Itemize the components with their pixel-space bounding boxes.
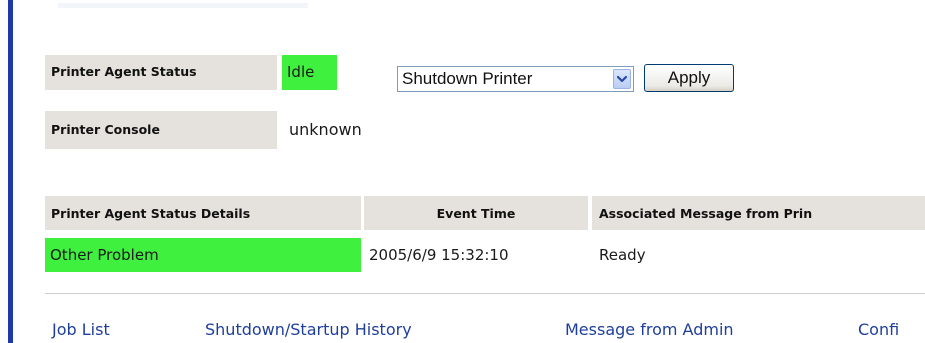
- nav-job-list[interactable]: Job List: [52, 320, 110, 339]
- nav-config[interactable]: Confi: [858, 320, 899, 339]
- details-header-event-time: Event Time: [364, 196, 588, 230]
- console-value: unknown: [289, 120, 362, 139]
- selected-option-text: Shutdown Printer: [402, 69, 533, 88]
- console-label: Printer Console: [45, 111, 277, 149]
- details-event-time-cell: 2005/6/9 15:32:10: [369, 246, 509, 264]
- details-header-message: Associated Message from Prin: [592, 196, 925, 230]
- nav-shutdown-startup-history[interactable]: Shutdown/Startup History: [205, 320, 412, 339]
- printer-action-select[interactable]: Shutdown Printer: [397, 66, 634, 92]
- nav-message-from-admin[interactable]: Message from Admin: [565, 320, 734, 339]
- top-header-remnant: [58, 3, 308, 8]
- section-divider: [45, 293, 925, 294]
- apply-button[interactable]: Apply: [644, 64, 734, 92]
- details-header-status: Printer Agent Status Details: [45, 196, 361, 230]
- details-message-cell: Ready: [599, 246, 646, 264]
- printer-agent-page: Printer Agent Status Idle Printer Consol…: [0, 0, 925, 343]
- chevron-down-icon[interactable]: [613, 69, 631, 89]
- agent-status-value: Idle: [282, 55, 337, 90]
- agent-status-label: Printer Agent Status: [45, 55, 277, 90]
- details-status-cell: Other Problem: [45, 238, 361, 272]
- left-accent-bar: [8, 0, 13, 343]
